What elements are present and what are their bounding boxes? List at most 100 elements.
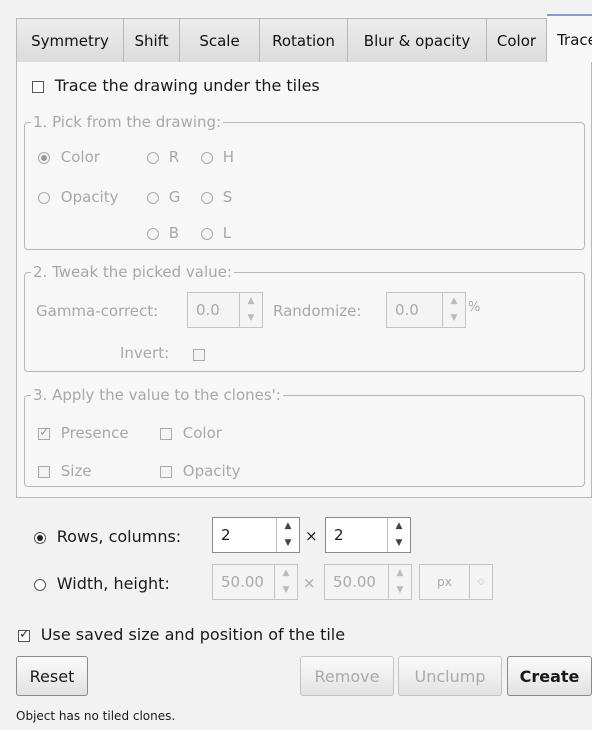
radio-h[interactable]: H bbox=[201, 148, 234, 166]
randomize-spinbox[interactable]: 0.0 ▲ ▼ bbox=[386, 292, 466, 328]
radio-opacity[interactable]: Opacity bbox=[38, 188, 118, 206]
radio-label: R bbox=[168, 148, 180, 166]
chevron-up-icon[interactable]: ▲ bbox=[285, 522, 292, 531]
spin-arrows[interactable]: ▲ ▼ bbox=[239, 293, 262, 327]
chevron-up-icon[interactable]: ▲ bbox=[283, 569, 290, 578]
chevron-up-icon[interactable]: ▲ bbox=[248, 297, 255, 306]
spin-arrows[interactable]: ▲ ▼ bbox=[442, 293, 465, 327]
radio-s[interactable]: S bbox=[201, 188, 232, 206]
trace-checkbox[interactable] bbox=[32, 80, 44, 93]
unclump-button[interactable]: Unclump bbox=[398, 656, 502, 696]
tab-blur-opacity[interactable]: Blur & opacity bbox=[348, 18, 487, 63]
width-spinbox[interactable]: 50.00 ▲ ▼ bbox=[212, 564, 298, 600]
presence-checkbox[interactable] bbox=[38, 425, 50, 440]
tab-label: Shift bbox=[134, 31, 169, 50]
tab-label: Scale bbox=[199, 31, 240, 50]
remove-button-label: Remove bbox=[314, 666, 380, 686]
radio-button[interactable] bbox=[147, 227, 159, 240]
tab-scale[interactable]: Scale bbox=[180, 18, 260, 63]
radio-button[interactable] bbox=[201, 151, 213, 164]
reset-button[interactable]: Reset bbox=[16, 656, 88, 696]
radio-button[interactable] bbox=[201, 227, 213, 240]
chevron-down-icon[interactable]: ▼ bbox=[248, 314, 255, 323]
columns-spinbox[interactable]: 2 ▲ ▼ bbox=[325, 517, 411, 553]
radio-button[interactable] bbox=[201, 191, 213, 204]
gamma-spinbox[interactable]: 0.0 ▲ ▼ bbox=[187, 292, 263, 328]
gamma-label: Gamma-correct: bbox=[36, 302, 159, 320]
randomize-value: 0.0 bbox=[395, 301, 419, 319]
radio-label: L bbox=[222, 224, 232, 242]
width-height-radio-row[interactable]: Width, height: bbox=[34, 574, 170, 593]
color-checkbox[interactable] bbox=[160, 427, 172, 440]
rows-columns-radio-row[interactable]: Rows, columns: bbox=[34, 527, 181, 546]
width-height-label: Width, height: bbox=[56, 574, 170, 593]
spin-arrows[interactable]: ▲ ▼ bbox=[276, 518, 299, 552]
opacity-checkbox[interactable] bbox=[160, 465, 172, 478]
spin-arrows[interactable]: ▲ ▼ bbox=[388, 565, 411, 599]
height-value: 50.00 bbox=[333, 573, 376, 591]
columns-value: 2 bbox=[334, 526, 344, 544]
radio-color[interactable]: Color bbox=[38, 148, 100, 166]
status-text: Object has no tiled clones. bbox=[16, 709, 176, 723]
chevron-up-icon[interactable]: ▲ bbox=[396, 522, 403, 531]
rows-spinbox[interactable]: 2 ▲ ▼ bbox=[212, 517, 300, 553]
presence-checkbox-row[interactable]: Presence bbox=[38, 424, 129, 442]
chevron-down-icon[interactable]: ▼ bbox=[283, 586, 290, 595]
trace-checkbox-row[interactable]: Trace the drawing under the tiles bbox=[32, 76, 320, 95]
chevron-down-icon[interactable]: ▼ bbox=[285, 539, 292, 548]
chevron-up-icon[interactable]: ▲ bbox=[451, 297, 458, 306]
spin-arrows[interactable]: ▲ ▼ bbox=[387, 518, 410, 552]
color-label: Color bbox=[182, 424, 222, 442]
size-checkbox[interactable] bbox=[38, 465, 50, 478]
radio-b[interactable]: B bbox=[147, 224, 179, 242]
use-saved-label: Use saved size and position of the tile bbox=[40, 625, 346, 644]
tab-label: Rotation bbox=[272, 31, 335, 50]
tab-shift[interactable]: Shift bbox=[124, 18, 180, 63]
tab-symmetry[interactable]: Symmetry bbox=[16, 18, 124, 63]
tab-rotation[interactable]: Rotation bbox=[260, 18, 348, 63]
chevron-down-icon[interactable]: ▼ bbox=[396, 539, 403, 548]
invert-checkbox-wrap[interactable] bbox=[193, 345, 205, 363]
use-saved-checkbox[interactable] bbox=[18, 627, 30, 642]
radio-label: G bbox=[168, 188, 181, 206]
unit-value: px bbox=[437, 575, 452, 589]
invert-label: Invert: bbox=[120, 344, 170, 362]
create-button[interactable]: Create bbox=[507, 656, 592, 696]
randomize-label: Randomize: bbox=[273, 302, 362, 320]
reset-button-label: Reset bbox=[29, 666, 75, 686]
invert-checkbox[interactable] bbox=[193, 348, 205, 361]
use-saved-row[interactable]: Use saved size and position of the tile bbox=[18, 625, 345, 644]
radio-label: B bbox=[168, 224, 180, 242]
chevron-down-icon[interactable]: ▼ bbox=[397, 586, 404, 595]
pick-frame-title: 1. Pick from the drawing: bbox=[31, 113, 224, 131]
size-label: Size bbox=[60, 462, 92, 480]
chevron-up-down-icon[interactable]: ◇ bbox=[469, 565, 492, 599]
remove-button[interactable]: Remove bbox=[300, 656, 394, 696]
spin-arrows[interactable]: ▲ ▼ bbox=[274, 565, 297, 599]
width-height-radio[interactable] bbox=[34, 578, 46, 591]
rows-columns-radio[interactable] bbox=[34, 531, 46, 544]
presence-label: Presence bbox=[60, 424, 129, 442]
opacity-label: Opacity bbox=[182, 462, 241, 480]
unit-select[interactable]: px ◇ bbox=[419, 564, 493, 600]
size-checkbox-row[interactable]: Size bbox=[38, 462, 92, 480]
radio-button[interactable] bbox=[147, 151, 159, 164]
color-checkbox-row[interactable]: Color bbox=[160, 424, 222, 442]
chevron-up-icon[interactable]: ▲ bbox=[397, 569, 404, 578]
radio-button[interactable] bbox=[38, 191, 50, 204]
radio-g[interactable]: G bbox=[147, 188, 180, 206]
opacity-checkbox-row[interactable]: Opacity bbox=[160, 462, 240, 480]
radio-l[interactable]: L bbox=[201, 224, 231, 242]
tab-trace[interactable]: Trace bbox=[547, 14, 592, 63]
rows-columns-label: Rows, columns: bbox=[56, 527, 182, 546]
tab-label: Trace bbox=[557, 30, 592, 49]
percent-label: % bbox=[468, 300, 481, 315]
tab-label: Color bbox=[496, 31, 537, 50]
radio-button[interactable] bbox=[147, 191, 159, 204]
chevron-down-icon[interactable]: ▼ bbox=[451, 314, 458, 323]
radio-label: S bbox=[222, 188, 233, 206]
radio-r[interactable]: R bbox=[147, 148, 179, 166]
height-spinbox[interactable]: 50.00 ▲ ▼ bbox=[324, 564, 412, 600]
tab-color[interactable]: Color bbox=[487, 18, 547, 63]
radio-button[interactable] bbox=[38, 151, 50, 164]
